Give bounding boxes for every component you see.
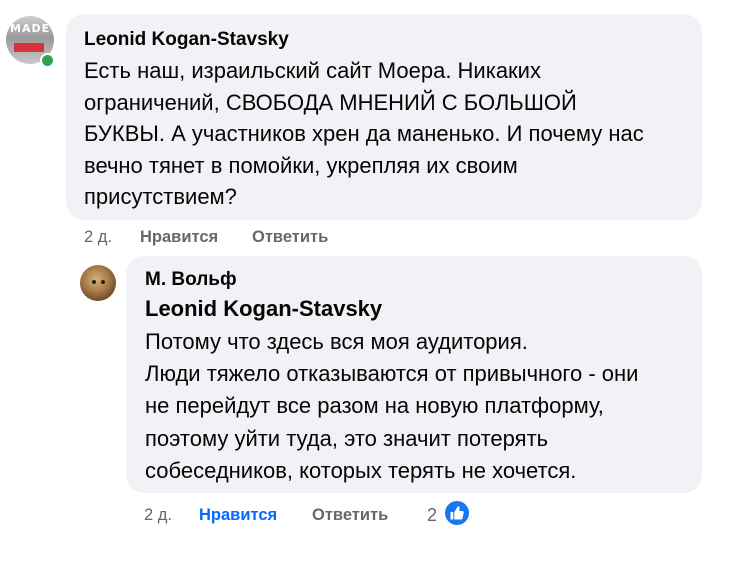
comment-author-name[interactable]: Leonid Kogan-Stavsky — [84, 29, 289, 51]
reply-author-name[interactable]: М. Вольф — [145, 269, 237, 291]
reply-text: Потому что здесь вся моя аудитория. Люди… — [145, 329, 639, 483]
reply-mention-tag[interactable]: Leonid Kogan-Stavsky — [145, 296, 382, 322]
reply-author-avatar[interactable] — [80, 265, 116, 301]
reply-timestamp[interactable]: 2 д. — [144, 506, 172, 525]
comment-bubble: Leonid Kogan-Stavsky Есть наш, израильск… — [66, 14, 702, 220]
comment-timestamp[interactable]: 2 д. — [84, 228, 112, 247]
comment-reply-button[interactable]: Ответить — [252, 228, 328, 247]
avatar-eye-left — [92, 280, 96, 284]
avatar-text: MADE — [10, 22, 51, 35]
avatar-eye-right — [101, 280, 105, 284]
avatar-stripe — [14, 43, 44, 52]
online-status-dot — [40, 53, 55, 68]
reply-reply-button[interactable]: Ответить — [312, 506, 388, 525]
thumbs-up-icon — [450, 506, 464, 520]
comment-like-button[interactable]: Нравится — [140, 228, 218, 247]
reply-like-button[interactable]: Нравится — [199, 506, 277, 525]
comment-text: Есть наш, израильский сайт Моера. Никаки… — [84, 58, 644, 209]
reply-bubble: М. Вольф Leonid Kogan-Stavsky Потому что… — [126, 256, 702, 493]
reaction-badge[interactable] — [445, 501, 469, 525]
reaction-count[interactable]: 2 — [427, 505, 437, 526]
